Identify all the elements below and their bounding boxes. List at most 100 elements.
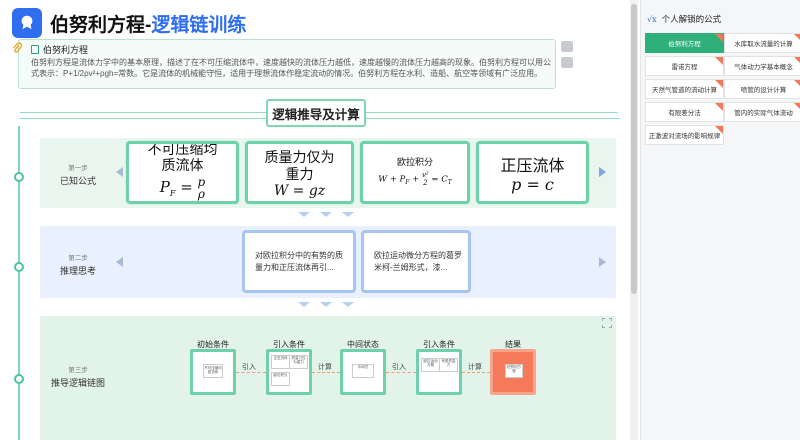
- sidebar-item-label: 雷诺方程: [671, 64, 698, 71]
- sidebar-item-formula[interactable]: 喷管的设计计算: [724, 79, 800, 99]
- sqrt-icon: √x: [647, 14, 657, 24]
- sidebar-item-label: 喷管的设计计算: [740, 87, 787, 94]
- formula-card-4-line1: 正压流体: [500, 158, 565, 175]
- formula-card-1-line2: 质流体: [161, 157, 204, 173]
- mini-card: 欧拉运动方程: [421, 358, 440, 372]
- step2-label: 第二步 推理思考: [40, 252, 116, 277]
- step2-title: 推理思考: [59, 266, 96, 276]
- unlocked-badge-icon: [794, 103, 800, 111]
- divider-right: [366, 112, 618, 114]
- formula-card-3[interactable]: 欧拉积分 W + PF + v² 2 = CT: [360, 141, 470, 204]
- down-chevron-icon: [298, 302, 310, 307]
- node-initial[interactable]: 不可压缩均质流体: [190, 349, 236, 395]
- flow-connector: [236, 372, 266, 373]
- formula-sidebar: √x 个人解锁的公式 伯努利方程 水库取水流量的计算雷诺方程 气体动力学基本概念天然气…: [640, 0, 800, 440]
- step2-number: 第二步: [68, 255, 88, 262]
- sidebar-item-formula[interactable]: 管内的实际气体流动: [724, 102, 800, 122]
- intro-heading: 伯努利方程: [31, 43, 88, 56]
- prev-arrow-icon[interactable]: [116, 167, 123, 177]
- step1-label: 第一步 已知公式: [40, 162, 116, 187]
- intro-card: 伯努利方程 伯努利方程是流体力学中的基本原理，描述了在不可压缩流体中，速度越快的…: [13, 39, 556, 89]
- formula-card-2-formula: W = gz: [273, 183, 326, 199]
- section-title: 逻辑推导及计算: [266, 99, 366, 127]
- node-result[interactable]: 伯努利方程: [490, 349, 536, 395]
- node-intermediate[interactable]: 中间式: [340, 349, 386, 395]
- reasoning-card-2[interactable]: 欧拉运动微分方程的葛罗米柯-兰姆形式，漆...: [361, 230, 471, 293]
- prev-arrow-icon[interactable]: [116, 257, 123, 267]
- down-chevron-icon: [320, 302, 332, 307]
- page-title: 伯努利方程-逻辑链训练: [50, 10, 246, 37]
- flow-connector: [312, 372, 340, 373]
- step1-title: 已知公式: [59, 176, 96, 186]
- formula-card-4-formula: p = c: [511, 175, 554, 194]
- node-introduce-2[interactable]: 欧拉运动方程 有势质量力: [416, 349, 462, 395]
- reasoning-card-1[interactable]: 对欧拉积分中的有势的质量力和正压流体再引...: [242, 230, 356, 293]
- formula-card-1[interactable]: 不可压缩均 质流体 PF = pρ: [126, 141, 239, 204]
- sidebar-item-label: 天然气管道的流动计算: [652, 87, 717, 94]
- logic-chain-diagram: 初始条件 引入条件 中间状态 引入条件 结果 不可压缩均质流体 正压流体 质量力…: [190, 340, 550, 399]
- sidebar-item-formula[interactable]: 天然气管道的流动计算: [645, 79, 724, 99]
- main-scrollbar-thumb[interactable]: [631, 4, 637, 294]
- unlocked-badge-icon: [715, 126, 723, 134]
- export-icon[interactable]: [561, 57, 573, 68]
- app-root: 伯努利方程-逻辑链训练 伯努利方程 伯努利方程是流体力学中的基本原理，描述了在不…: [0, 0, 800, 440]
- mini-card: 伯努利方程: [505, 364, 523, 378]
- mini-card: 正压流体: [271, 355, 290, 369]
- sidebar-item-label: 水库取水流量的计算: [734, 41, 793, 48]
- sidebar-item-formula[interactable]: 气体动力学基本概念: [724, 56, 800, 76]
- formula-card-2[interactable]: 质量力仅为 重力 W = gz: [245, 141, 354, 204]
- sidebar-item-label: 管内的实际气体流动: [734, 110, 793, 117]
- sidebar-item-formula[interactable]: 正激波对流场的影响规律: [645, 125, 724, 145]
- edit-icon[interactable]: [561, 41, 573, 52]
- node-introduce-1[interactable]: 正压流体 质量力仅为重力 欧拉积分: [266, 349, 312, 395]
- main-panel: 伯努利方程-逻辑链训练 伯努利方程 伯努利方程是流体力学中的基本原理，描述了在不…: [0, 0, 638, 440]
- formula-card-2-line2: 重力: [285, 166, 314, 182]
- mini-card: 欧拉积分: [271, 372, 290, 386]
- fullscreen-icon[interactable]: [602, 318, 612, 328]
- mini-card: 中间式: [352, 364, 374, 378]
- sidebar-item-label: 正激波对流场的影响规律: [648, 133, 721, 140]
- divider-left: [20, 112, 266, 114]
- sidebar-item-formula[interactable]: 雷诺方程: [645, 56, 724, 76]
- down-chevron-icon: [298, 212, 310, 217]
- down-chevron-icon: [342, 212, 354, 217]
- unlocked-badge-icon: [715, 103, 723, 111]
- app-logo-icon: [12, 8, 42, 38]
- sidebar-item-label: 伯努利方程: [668, 41, 701, 48]
- title-main: 伯努利方程-: [50, 14, 152, 36]
- step3-number: 第三步: [68, 367, 88, 374]
- next-arrow-icon[interactable]: [599, 167, 606, 177]
- down-chevron-icon: [342, 302, 354, 307]
- formula-card-3-formula: W + PF + v² 2 = CT: [378, 171, 452, 187]
- unlocked-badge-icon: [794, 57, 800, 65]
- paperclip-icon: [13, 42, 22, 53]
- formula-card-4[interactable]: 正压流体 p = c: [476, 141, 589, 204]
- connector-label: 计算: [318, 364, 332, 371]
- sidebar-item-label: 有限差分法: [668, 110, 701, 117]
- unlocked-badge-icon: [794, 80, 800, 88]
- mini-card: 有势质量力: [439, 358, 458, 372]
- sidebar-item-label: 气体动力学基本概念: [734, 64, 793, 71]
- reasoning-card-1-text: 对欧拉积分中的有势的质量力和正压流体再引...: [255, 251, 343, 272]
- unlocked-badge-icon: [715, 34, 723, 42]
- unlocked-badge-icon: [715, 80, 723, 88]
- sidebar-item-formula[interactable]: 水库取水流量的计算: [724, 33, 800, 53]
- mini-card: 质量力仅为重力: [289, 355, 308, 369]
- unlocked-badge-icon: [715, 57, 723, 65]
- reasoning-card-2-text: 欧拉运动微分方程的葛罗米柯-兰姆形式，漆...: [374, 251, 462, 272]
- timeline-dot-1: [14, 172, 24, 182]
- step3-label: 第三步 推导逻辑链图: [40, 364, 116, 389]
- step3-title: 推导逻辑链图: [50, 378, 105, 388]
- formula-card-1-formula: PF = pρ: [159, 175, 206, 201]
- unlocked-badge-icon: [794, 34, 800, 42]
- sidebar-title: 个人解锁的公式: [661, 14, 722, 24]
- book-icon: [31, 45, 39, 54]
- next-arrow-icon[interactable]: [599, 257, 606, 267]
- formula-card-3-line1: 欧拉积分: [396, 157, 433, 167]
- sidebar-item-formula[interactable]: 有限差分法: [645, 102, 724, 122]
- formula-card-2-line1: 质量力仅为: [264, 149, 335, 165]
- down-chevron-icon: [320, 212, 332, 217]
- flow-connector: [386, 372, 416, 373]
- header: 伯努利方程-逻辑链训练: [12, 8, 246, 38]
- sidebar-item-formula[interactable]: 伯努利方程: [645, 33, 724, 53]
